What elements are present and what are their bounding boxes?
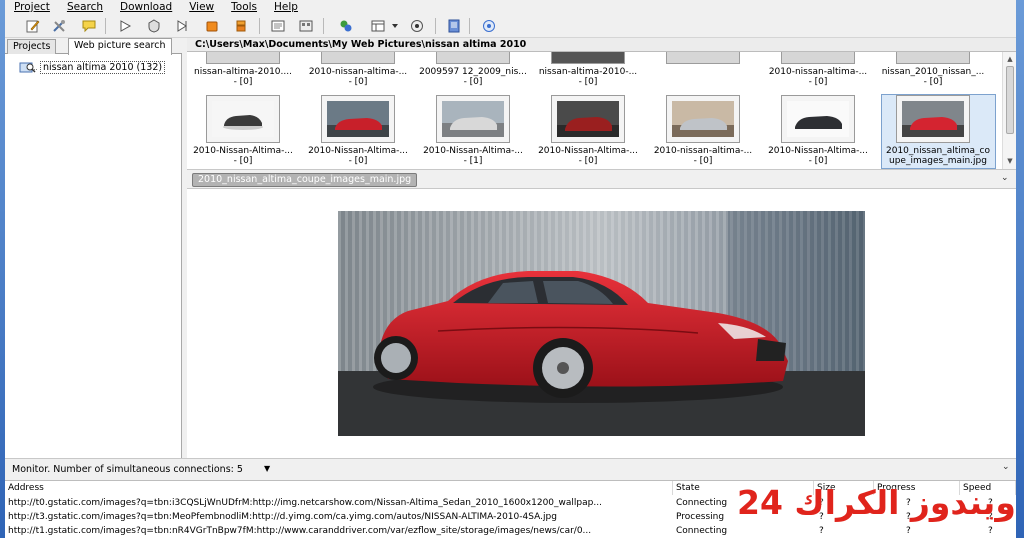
viewer-tab-bar: 2010_nissan_altima_coupe_images_main.jpg…: [187, 169, 1016, 189]
help-circle-icon[interactable]: [481, 18, 497, 34]
record-icon[interactable]: [409, 18, 425, 34]
thumbnail-caption[interactable]: 2010_nissan_altima_co upe_images_main.jpg: [882, 146, 994, 166]
viewer-file-tab[interactable]: 2010_nissan_altima_coupe_images_main.jpg: [192, 173, 418, 187]
scroll-down-icon[interactable]: ▼: [1005, 156, 1015, 166]
thumbnail-image[interactable]: [321, 52, 395, 64]
thumbnail-image[interactable]: [551, 52, 625, 64]
menu-view[interactable]: View: [189, 1, 214, 13]
thumbnail-image[interactable]: [321, 95, 395, 143]
folder-path: C:\Users\Max\Documents\My Web Pictures\n…: [187, 38, 1016, 52]
thumbnail-caption[interactable]: 2010-Nissan-Altima-... - [0]: [532, 146, 644, 166]
dictionary-icon[interactable]: [446, 18, 462, 34]
thumbnail-caption[interactable]: 2010-nissan-altima-... - [0]: [647, 146, 759, 166]
tree-item-label: nissan altima 2010 (132): [40, 60, 166, 74]
comment-icon[interactable]: [81, 18, 97, 34]
thumbnail-caption[interactable]: 2009597 12_2009_nis... - [0]: [417, 67, 529, 87]
monitor-label[interactable]: Monitor. Number of simultaneous connecti…: [12, 464, 243, 475]
play-next-icon[interactable]: [174, 18, 190, 34]
thumbnail-image[interactable]: [436, 52, 510, 64]
tab-projects[interactable]: Projects: [7, 39, 57, 54]
menu-help[interactable]: Help: [274, 1, 298, 13]
tree-item-nissan-altima[interactable]: nissan altima 2010 (132): [19, 60, 166, 74]
preview-image[interactable]: [338, 211, 865, 436]
image-viewer: [187, 189, 1016, 458]
menu-bar: Project Search Download View Tools Help: [5, 0, 1016, 14]
thumbnail-image[interactable]: [666, 52, 740, 64]
menu-download[interactable]: Download: [120, 1, 172, 13]
window-frame-right: [1016, 0, 1024, 538]
chevron-down-icon[interactable]: ▼: [264, 464, 270, 473]
image-grid-icon[interactable]: [298, 18, 314, 34]
image-list-icon[interactable]: [270, 18, 286, 34]
thumbnail-scrollbar[interactable]: ▲ ▼: [1002, 52, 1016, 169]
thumbnail-caption[interactable]: 2010-nissan-altima-... - [0]: [302, 67, 414, 87]
thumbnail-image[interactable]: [781, 95, 855, 143]
view-mode-icon[interactable]: [370, 18, 386, 34]
left-panel: Projects Web picture search nissan altim…: [5, 38, 182, 458]
thumbnail-grid: nissan-altima-2010.... - [0] 2010-nissan-…: [187, 52, 1002, 169]
toolbar: [5, 14, 1016, 38]
thumbnail-caption[interactable]: nissan-altima-2010.... - [0]: [187, 67, 299, 87]
thumbnail-image[interactable]: [551, 95, 625, 143]
menu-tools[interactable]: Tools: [231, 1, 257, 13]
left-panel-tabs: Projects Web picture search: [5, 38, 182, 55]
tab-web-picture-search[interactable]: Web picture search: [68, 38, 172, 55]
thumbnail-image[interactable]: [896, 52, 970, 64]
menu-project[interactable]: Project: [14, 1, 50, 13]
edit-project-icon[interactable]: [25, 18, 41, 34]
table-row[interactable]: http://t1.gstatic.com/images?q=tbn:nR4VG…: [5, 525, 1016, 538]
shield-icon[interactable]: [146, 18, 162, 34]
thumbnail-image[interactable]: [206, 52, 280, 64]
thumbnail-image-selected[interactable]: [896, 95, 970, 143]
thumbnail-caption[interactable]: nissan-altima-2010-... - [0]: [532, 67, 644, 87]
dropdown-arrow-icon[interactable]: [390, 18, 400, 34]
scroll-thumb[interactable]: [1006, 66, 1014, 134]
collapse-chevron-icon[interactable]: ⌄: [1002, 462, 1010, 472]
monitor-bar: Monitor. Number of simultaneous connecti…: [5, 458, 1016, 480]
colors-icon[interactable]: [338, 18, 354, 34]
tools-icon[interactable]: [51, 18, 67, 34]
column-header-address[interactable]: Address: [5, 481, 673, 495]
thumbnail-image[interactable]: [206, 95, 280, 143]
thumbnail-caption[interactable]: 2010-nissan-altima-... - [0]: [762, 67, 874, 87]
thumbnail-caption[interactable]: 2010-Nissan-Altima-... - [0]: [762, 146, 874, 166]
thumbnail-caption[interactable]: 2010-Nissan-Altima-... - [1]: [417, 146, 529, 166]
play-icon[interactable]: [117, 18, 133, 34]
scroll-up-icon[interactable]: ▲: [1005, 54, 1015, 64]
watermark-text: ويندوز الكراك 24: [737, 483, 1016, 522]
main-panel: C:\Users\Max\Documents\My Web Pictures\n…: [187, 38, 1016, 458]
thumbnail-caption[interactable]: 2010-Nissan-Altima-... - [0]: [187, 146, 299, 166]
chevron-down-icon[interactable]: ⌄: [1001, 173, 1009, 183]
thumbnail-image[interactable]: [781, 52, 855, 64]
stop-orange-icon[interactable]: [204, 18, 220, 34]
pause-icon[interactable]: [233, 18, 249, 34]
thumbnail-image[interactable]: [666, 95, 740, 143]
thumbnail-caption[interactable]: 2010-Nissan-Altima-... - [0]: [302, 146, 414, 166]
search-project-icon: [19, 62, 36, 73]
menu-search[interactable]: Search: [67, 1, 103, 13]
thumbnail-image[interactable]: [436, 95, 510, 143]
thumbnail-caption[interactable]: nissan_2010_nissan_... - [0]: [877, 67, 989, 87]
